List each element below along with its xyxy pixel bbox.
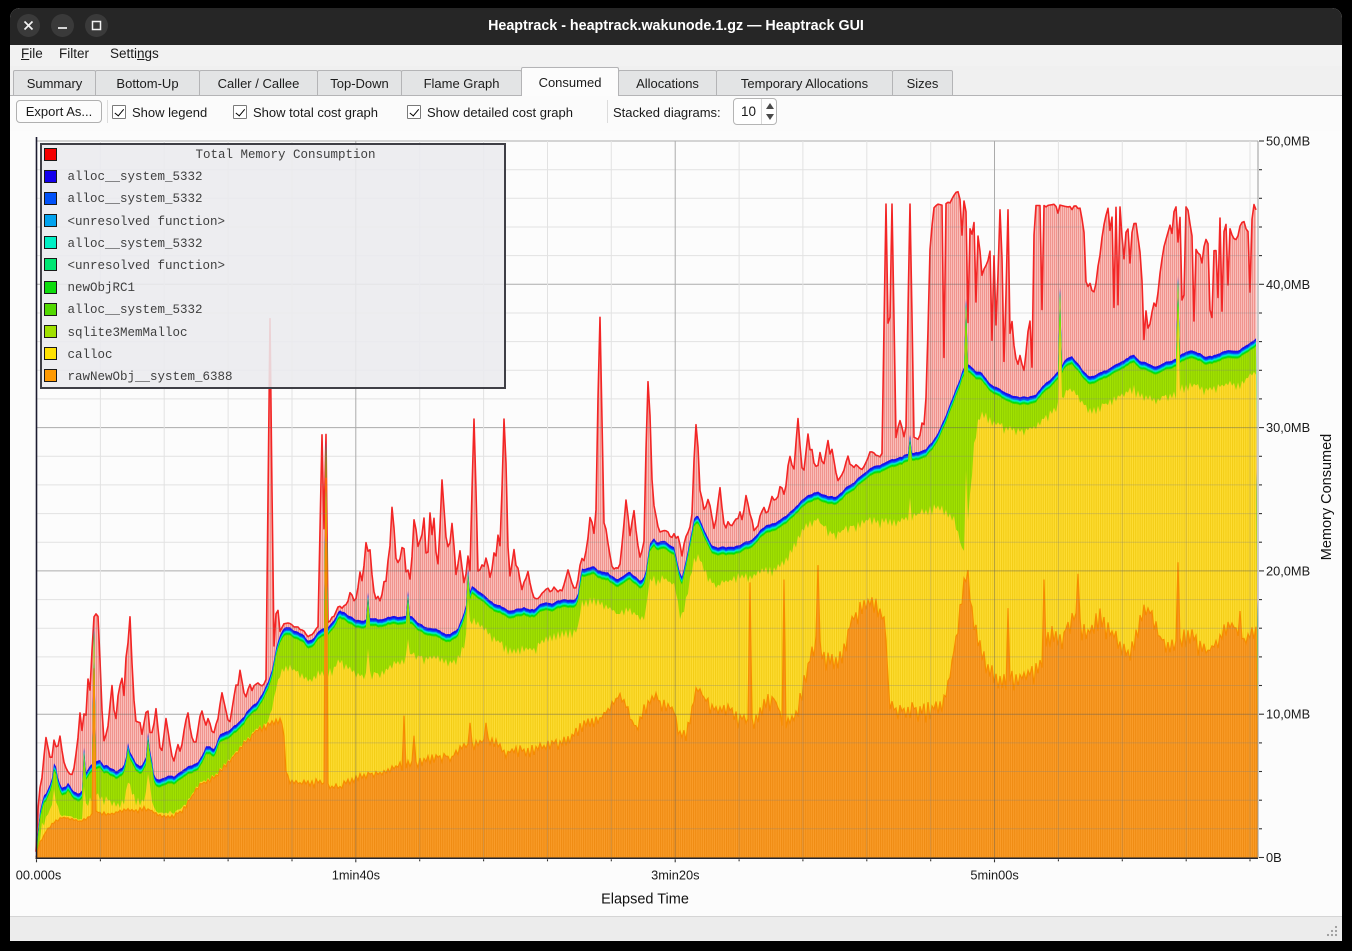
svg-text:40,0MB: 40,0MB: [1266, 277, 1310, 292]
svg-text:00.000s: 00.000s: [16, 868, 62, 883]
svg-text:Memory Consumed: Memory Consumed: [1319, 434, 1335, 561]
svg-text:30,0MB: 30,0MB: [1266, 420, 1310, 435]
svg-text:3min20s: 3min20s: [651, 868, 699, 883]
svg-text:20,0MB: 20,0MB: [1266, 563, 1310, 578]
svg-text:1min40s: 1min40s: [332, 868, 380, 883]
svg-text:Elapsed Time: Elapsed Time: [601, 892, 689, 908]
svg-text:5min00s: 5min00s: [970, 868, 1018, 883]
svg-text:10,0MB: 10,0MB: [1266, 707, 1310, 722]
svg-text:50,0MB: 50,0MB: [1266, 134, 1310, 149]
svg-text:0B: 0B: [1266, 850, 1282, 865]
